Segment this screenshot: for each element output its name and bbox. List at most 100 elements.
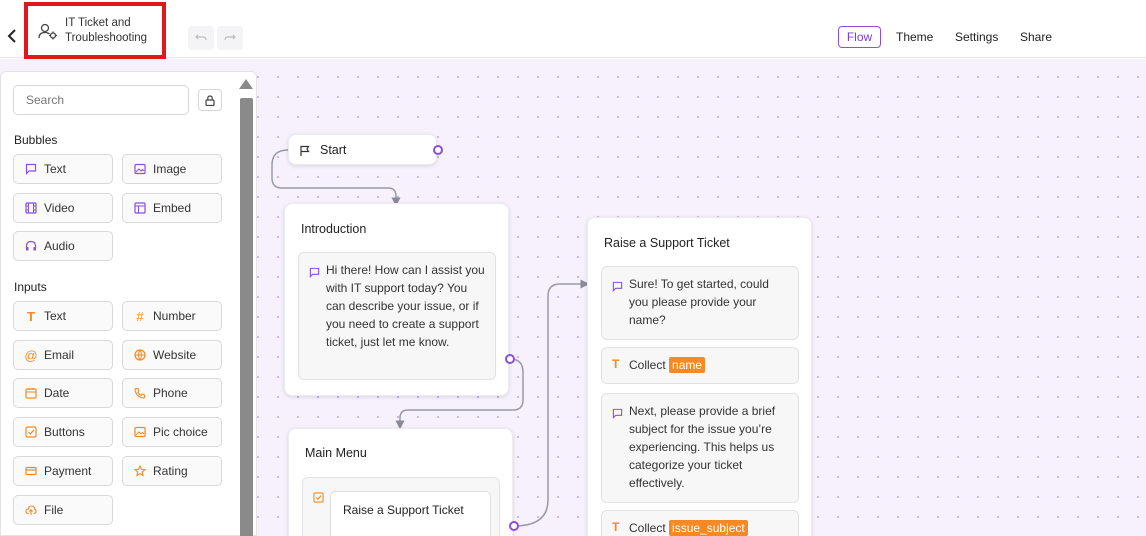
bubble-text-block[interactable]: Text (13, 154, 113, 184)
film-icon (24, 201, 38, 215)
bubbles-section-title: Bubbles (14, 133, 58, 147)
input-date-block[interactable]: Date (13, 378, 113, 408)
chat-bubble-icon (24, 162, 38, 176)
top-bar: IT Ticket and Troubleshooting Flow Theme… (0, 0, 1146, 59)
text-cursor-icon: T (27, 308, 35, 324)
bubble-text: Sure! To get started, could you please p… (629, 277, 769, 327)
input-text-block[interactable]: T Text (13, 301, 113, 331)
undo-button[interactable] (188, 26, 214, 50)
redo-button[interactable] (217, 26, 243, 50)
block-label: Date (44, 386, 70, 400)
start-label: Start (320, 143, 347, 157)
buttons-input-block[interactable]: Raise a Support Ticket (302, 477, 500, 536)
hash-icon: # (136, 308, 144, 324)
flag-icon (299, 144, 311, 162)
group-raise-support-ticket[interactable]: Raise a Support Ticket Sure! To get star… (587, 217, 812, 536)
block-label: Video (44, 201, 75, 215)
bubble-embed-block[interactable]: Embed (122, 193, 222, 223)
star-icon (133, 464, 147, 478)
at-sign-icon: @ (24, 347, 38, 363)
tab-settings[interactable]: Settings (955, 26, 998, 48)
checkbox-icon (24, 425, 38, 439)
undo-icon (195, 34, 207, 41)
block-label: Payment (44, 464, 92, 478)
scrollbar-up-arrow[interactable] (239, 79, 253, 89)
headphones-icon (24, 239, 38, 253)
intro-output-port[interactable] (505, 354, 515, 364)
variable-tag: issue_subject (669, 520, 748, 536)
lock-sidebar-button[interactable] (198, 89, 222, 111)
chevron-left-icon (7, 29, 16, 43)
block-label: Website (153, 348, 197, 362)
collect-label: Collect (629, 521, 666, 535)
tab-flow[interactable]: Flow (838, 26, 881, 48)
globe-icon (133, 348, 147, 362)
back-button[interactable] (2, 24, 22, 48)
text-bubble-block[interactable]: Hi there! How can I assist you with IT s… (298, 252, 496, 380)
block-label: Email (44, 348, 75, 362)
search-input[interactable] (13, 85, 189, 115)
tab-theme[interactable]: Theme (896, 26, 933, 48)
input-file-block[interactable]: File (13, 495, 113, 525)
text-bubble-block[interactable]: Sure! To get started, could you please p… (601, 266, 799, 340)
start-output-port[interactable] (433, 145, 443, 155)
input-phone-block[interactable]: Phone (122, 378, 222, 408)
input-buttons-block[interactable]: Buttons (13, 417, 113, 447)
block-label: Pic choice (153, 425, 208, 439)
block-label: Audio (44, 239, 75, 253)
inputs-section-title: Inputs (14, 280, 47, 294)
input-website-block[interactable]: Website (122, 340, 222, 370)
block-label: Text (44, 162, 67, 176)
text-bubble-block[interactable]: Next, please provide a brief subject for… (601, 393, 799, 503)
image-icon (133, 162, 147, 176)
text-input-block[interactable]: T Collect issue_subject (601, 510, 799, 536)
sidebar-scrollbar[interactable] (240, 98, 253, 536)
block-label: File (44, 503, 64, 517)
variable-tag: name (669, 357, 706, 373)
bubble-image-block[interactable]: Image (122, 154, 222, 184)
input-pic-choice-block[interactable]: Pic choice (122, 417, 222, 447)
block-label: Number (153, 309, 196, 323)
image-icon (133, 425, 147, 439)
lock-icon (205, 94, 215, 106)
block-label: Text (44, 309, 67, 323)
block-label: Image (153, 162, 187, 176)
calendar-icon (24, 386, 38, 400)
input-email-block[interactable]: @ Email (13, 340, 113, 370)
support-gear-icon (38, 23, 57, 39)
group-title: Main Menu (305, 446, 367, 460)
block-label: Embed (153, 201, 192, 215)
choice-button-item[interactable]: Raise a Support Ticket (330, 491, 491, 536)
chat-bubble-icon (309, 265, 320, 283)
group-title: Introduction (301, 222, 367, 236)
block-label: Rating (153, 464, 188, 478)
text-cursor-icon: T (612, 520, 620, 534)
bubble-audio-block[interactable]: Audio (13, 231, 113, 261)
typebot-title: IT Ticket and Troubleshooting (65, 16, 148, 44)
redo-icon (224, 34, 236, 41)
chat-bubble-icon (612, 279, 623, 297)
group-title: Raise a Support Ticket (604, 236, 730, 250)
input-rating-block[interactable]: Rating (122, 456, 222, 486)
credit-card-icon (24, 464, 38, 478)
layout-icon (133, 201, 147, 215)
start-node[interactable]: Start (288, 134, 437, 165)
phone-icon (133, 386, 147, 400)
typebot-title-box[interactable]: IT Ticket and Troubleshooting (24, 2, 166, 59)
text-input-block[interactable]: T Collect name (601, 347, 799, 384)
tab-share[interactable]: Share (1020, 26, 1052, 48)
input-number-block[interactable]: # Number (122, 301, 222, 331)
block-label: Phone (153, 386, 188, 400)
choice-label: Raise a Support Ticket (343, 503, 464, 517)
block-label: Buttons (44, 425, 85, 439)
bubble-video-block[interactable]: Video (13, 193, 113, 223)
text-cursor-icon: T (612, 357, 620, 371)
menu-item-output-port[interactable] (509, 521, 519, 531)
bubble-text: Next, please provide a brief subject for… (629, 404, 776, 490)
chat-bubble-icon (612, 406, 623, 424)
group-introduction[interactable]: Introduction Hi there! How can I assist … (284, 203, 509, 396)
blocks-sidebar: Bubbles Text Image Video Embed Audio Inp… (0, 71, 257, 536)
input-payment-block[interactable]: Payment (13, 456, 113, 486)
group-main-menu[interactable]: Main Menu Raise a Support Ticket (288, 428, 513, 536)
checkbox-icon (313, 490, 324, 508)
